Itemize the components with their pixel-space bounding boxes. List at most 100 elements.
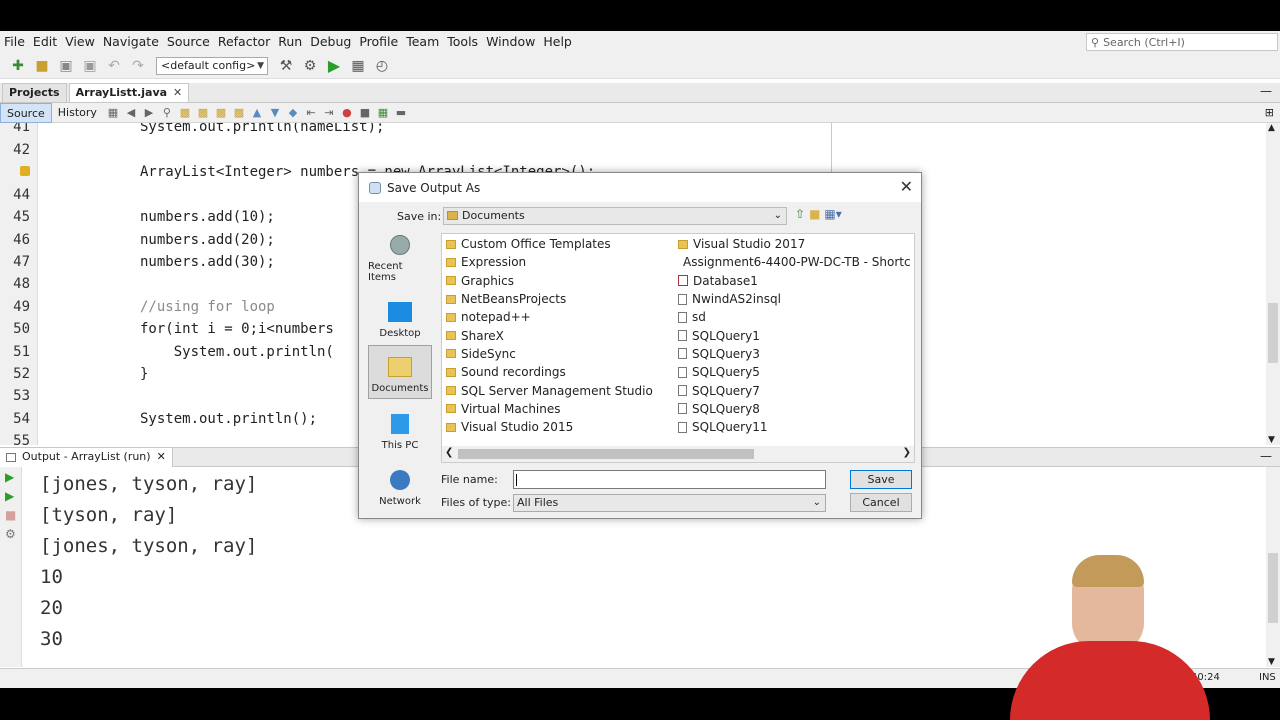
scroll-down-icon[interactable]: ▼: [1268, 435, 1275, 445]
scroll-thumb[interactable]: [458, 449, 754, 459]
list-item[interactable]: Visual Studio 2017: [678, 235, 910, 253]
find-icon[interactable]: ⚲: [159, 105, 175, 121]
scroll-right-icon[interactable]: ❯: [903, 447, 911, 458]
clean-build-icon[interactable]: ⚙: [300, 56, 320, 76]
place-this-pc[interactable]: This PC: [368, 401, 432, 455]
last-edit-icon[interactable]: ▦: [105, 105, 121, 121]
files-of-type-dropdown[interactable]: All Files ⌄: [513, 494, 826, 512]
shift-right-icon[interactable]: ⇥: [321, 105, 337, 121]
open-project-icon[interactable]: ▣: [56, 56, 76, 76]
save-in-dropdown[interactable]: Documents ⌄: [443, 207, 787, 225]
rerun-icon[interactable]: ▶: [5, 470, 14, 484]
menu-run[interactable]: Run: [274, 31, 306, 53]
list-item[interactable]: Assignment6-4400-PW-DC-TB - Shortcut: [678, 253, 910, 271]
menu-edit[interactable]: Edit: [29, 31, 61, 53]
list-item[interactable]: SQLQuery5: [678, 363, 910, 381]
menu-tools[interactable]: Tools: [443, 31, 482, 53]
file-list[interactable]: Custom Office Templates Expression Graph…: [441, 233, 915, 463]
view-menu-icon[interactable]: ▦▾: [824, 207, 841, 221]
menu-view[interactable]: View: [61, 31, 99, 53]
list-item[interactable]: SQLQuery1: [678, 326, 910, 344]
minimize-output-icon[interactable]: —: [1260, 449, 1272, 463]
settings-icon[interactable]: ⚙: [5, 527, 16, 541]
list-item[interactable]: Database1: [678, 272, 910, 290]
undo-icon[interactable]: ↶: [104, 56, 124, 76]
tab-output[interactable]: Output - ArrayList (run) ✕: [0, 447, 173, 467]
scroll-up-icon[interactable]: ▲: [1268, 123, 1275, 133]
place-documents[interactable]: Documents: [368, 345, 432, 399]
editor-scrollbar[interactable]: ▲ ▼: [1266, 123, 1280, 445]
start-macro-icon[interactable]: ●: [339, 105, 355, 121]
menu-source[interactable]: Source: [163, 31, 214, 53]
list-item[interactable]: notepad++: [446, 308, 653, 326]
config-dropdown[interactable]: <default config> ▼: [156, 56, 268, 75]
file-list-hscrollbar[interactable]: ❮ ❯: [442, 446, 914, 462]
scroll-left-icon[interactable]: ❮: [445, 447, 453, 458]
menu-team[interactable]: Team: [402, 31, 443, 53]
tab-projects[interactable]: Projects: [2, 83, 67, 102]
uncomment-icon[interactable]: ▬: [393, 105, 409, 121]
comment-icon[interactable]: ▦: [375, 105, 391, 121]
close-icon[interactable]: ✕: [173, 84, 182, 102]
menu-debug[interactable]: Debug: [306, 31, 355, 53]
list-item[interactable]: NwindAS2insql: [678, 290, 910, 308]
tab-source[interactable]: Source: [0, 102, 52, 123]
place-desktop[interactable]: Desktop: [368, 289, 432, 343]
shift-left-icon[interactable]: ⇤: [303, 105, 319, 121]
tab-history[interactable]: History: [52, 103, 103, 123]
list-item[interactable]: SQLQuery8: [678, 400, 910, 418]
list-item[interactable]: sd: [678, 308, 910, 326]
split-icon[interactable]: ⊞: [1265, 106, 1274, 119]
back-icon[interactable]: ◀: [123, 105, 139, 121]
search-input[interactable]: ⚲ Search (Ctrl+I): [1086, 33, 1278, 51]
forward-icon[interactable]: ▶: [141, 105, 157, 121]
new-folder-icon[interactable]: ■: [809, 207, 820, 221]
cancel-button[interactable]: Cancel: [850, 493, 912, 512]
find-selection-icon[interactable]: ▩: [213, 105, 229, 121]
save-button[interactable]: Save: [850, 470, 912, 489]
file-name-input[interactable]: [513, 470, 826, 489]
close-icon[interactable]: ✕: [900, 177, 913, 196]
build-icon[interactable]: ⚒: [276, 56, 296, 76]
list-item[interactable]: Virtual Machines: [446, 400, 653, 418]
menu-navigate[interactable]: Navigate: [99, 31, 163, 53]
stop-icon[interactable]: ■: [5, 508, 16, 522]
scroll-thumb[interactable]: [1268, 303, 1278, 363]
menu-profile[interactable]: Profile: [355, 31, 402, 53]
place-recent-items[interactable]: Recent Items: [368, 233, 432, 287]
new-project-icon[interactable]: ■: [32, 56, 52, 76]
menu-window[interactable]: Window: [482, 31, 539, 53]
list-item[interactable]: NetBeansProjects: [446, 290, 653, 308]
close-icon[interactable]: ✕: [157, 448, 166, 466]
list-item[interactable]: SQLQuery7: [678, 381, 910, 399]
next-bookmark-icon[interactable]: ▼: [267, 105, 283, 121]
list-item[interactable]: Graphics: [446, 272, 653, 290]
profile-icon[interactable]: ◴: [372, 56, 392, 76]
list-item[interactable]: SideSync: [446, 345, 653, 363]
toggle-highlight-icon[interactable]: ▩: [231, 105, 247, 121]
list-item[interactable]: SQL Server Management Studio: [446, 381, 653, 399]
save-all-icon[interactable]: ▣: [80, 56, 100, 76]
rerun-with-params-icon[interactable]: ▶: [5, 489, 14, 503]
prev-bookmark-icon[interactable]: ▲: [249, 105, 265, 121]
minimize-icon[interactable]: —: [1260, 84, 1272, 98]
list-item[interactable]: Sound recordings: [446, 363, 653, 381]
find-prev-icon[interactable]: ▩: [177, 105, 193, 121]
list-item[interactable]: Visual Studio 2015: [446, 418, 653, 436]
tab-arraylist-java[interactable]: ArrayListt.java ✕: [68, 83, 190, 102]
place-network[interactable]: Network: [368, 457, 432, 511]
list-item[interactable]: ShareX: [446, 326, 653, 344]
list-item[interactable]: SQLQuery11: [678, 418, 910, 436]
debug-icon[interactable]: ▦: [348, 56, 368, 76]
list-item[interactable]: Expression: [446, 253, 653, 271]
menu-refactor[interactable]: Refactor: [214, 31, 274, 53]
list-item[interactable]: SQLQuery3: [678, 345, 910, 363]
stop-macro-icon[interactable]: ■: [357, 105, 373, 121]
output-scrollbar[interactable]: ▼: [1266, 467, 1280, 667]
list-item[interactable]: Custom Office Templates: [446, 235, 653, 253]
run-icon[interactable]: ▶: [324, 56, 344, 76]
new-file-icon[interactable]: ✚: [8, 56, 28, 76]
scroll-thumb[interactable]: [1268, 553, 1278, 623]
scroll-down-icon[interactable]: ▼: [1268, 657, 1275, 667]
menu-file[interactable]: File: [0, 31, 29, 53]
